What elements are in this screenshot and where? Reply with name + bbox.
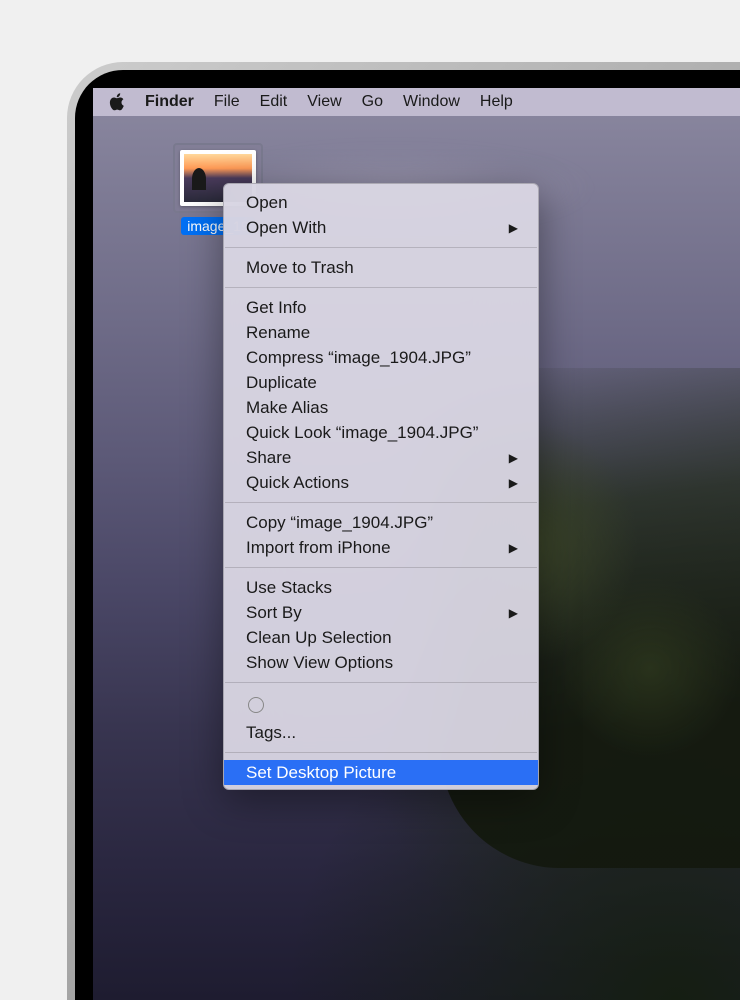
menu-separator [225, 287, 537, 288]
menu-item-label: Move to Trash [246, 258, 354, 278]
menu-section: Set Desktop Picture [224, 758, 538, 789]
menu-item-label: Compress “image_1904.JPG” [246, 348, 471, 368]
context-menu: Open Open With ▶ Move to Trash Get Info [223, 183, 539, 790]
menu-section: Move to Trash [224, 253, 538, 282]
menu-item-label: Clean Up Selection [246, 628, 392, 648]
menu-item-label: Duplicate [246, 373, 317, 393]
menubar-window[interactable]: Window [393, 88, 470, 116]
menu-item-make-alias[interactable]: Make Alias [224, 395, 538, 420]
menu-item-open[interactable]: Open [224, 190, 538, 215]
menu-separator [225, 567, 537, 568]
menu-item-tags[interactable]: Tags... [224, 720, 538, 745]
menu-item-label: Open With [246, 218, 326, 238]
laptop-bezel: Finder File Edit View Go Window Help ima… [75, 70, 740, 1000]
menu-item-label: Share [246, 448, 291, 468]
apple-menu-icon[interactable] [105, 93, 135, 111]
menu-separator [225, 247, 537, 248]
menu-item-open-with[interactable]: Open With ▶ [224, 215, 538, 240]
menu-item-label: Rename [246, 323, 310, 343]
submenu-arrow-icon: ▶ [509, 541, 518, 555]
menu-item-quick-look[interactable]: Quick Look “image_1904.JPG” [224, 420, 538, 445]
menu-item-share[interactable]: Share ▶ [224, 445, 538, 470]
menu-item-label: Make Alias [246, 398, 328, 418]
menubar-app-name[interactable]: Finder [135, 88, 204, 116]
menu-item-clean-up[interactable]: Clean Up Selection [224, 625, 538, 650]
menu-section: Get Info Rename Compress “image_1904.JPG… [224, 293, 538, 497]
menu-separator [225, 502, 537, 503]
submenu-arrow-icon: ▶ [509, 451, 518, 465]
menu-item-label: Set Desktop Picture [246, 763, 396, 783]
menu-item-label: Open [246, 193, 288, 213]
menubar-edit[interactable]: Edit [250, 88, 298, 116]
menu-item-label: Quick Look “image_1904.JPG” [246, 423, 478, 443]
menu-item-set-desktop-picture[interactable]: Set Desktop Picture [224, 760, 538, 785]
screen: Finder File Edit View Go Window Help ima… [93, 88, 740, 1000]
menu-item-label: Show View Options [246, 653, 393, 673]
menubar-file[interactable]: File [204, 88, 250, 116]
menu-item-label: Quick Actions [246, 473, 349, 493]
menubar-view[interactable]: View [297, 88, 351, 116]
menu-item-rename[interactable]: Rename [224, 320, 538, 345]
menu-item-label: Get Info [246, 298, 306, 318]
menu-item-label: Tags... [246, 723, 296, 743]
menu-item-label: Import from iPhone [246, 538, 391, 558]
menubar-go[interactable]: Go [352, 88, 393, 116]
menu-section: Use Stacks Sort By ▶ Clean Up Selection … [224, 573, 538, 677]
menu-item-label: Sort By [246, 603, 302, 623]
menu-section: Open Open With ▶ [224, 188, 538, 242]
menu-item-compress[interactable]: Compress “image_1904.JPG” [224, 345, 538, 370]
menu-separator [225, 752, 537, 753]
menu-item-label: Use Stacks [246, 578, 332, 598]
tag-color-row[interactable] [224, 690, 538, 720]
menubar: Finder File Edit View Go Window Help [93, 88, 740, 116]
menu-item-view-options[interactable]: Show View Options [224, 650, 538, 675]
submenu-arrow-icon: ▶ [509, 221, 518, 235]
submenu-arrow-icon: ▶ [509, 606, 518, 620]
menu-item-duplicate[interactable]: Duplicate [224, 370, 538, 395]
menubar-help[interactable]: Help [470, 88, 523, 116]
menu-section: Tags... [224, 688, 538, 747]
menu-item-label: Copy “image_1904.JPG” [246, 513, 433, 533]
menu-item-move-to-trash[interactable]: Move to Trash [224, 255, 538, 280]
menu-item-quick-actions[interactable]: Quick Actions ▶ [224, 470, 538, 495]
submenu-arrow-icon: ▶ [509, 476, 518, 490]
menu-item-use-stacks[interactable]: Use Stacks [224, 575, 538, 600]
menu-separator [225, 682, 537, 683]
menu-item-sort-by[interactable]: Sort By ▶ [224, 600, 538, 625]
menu-item-import-iphone[interactable]: Import from iPhone ▶ [224, 535, 538, 560]
menu-section: Copy “image_1904.JPG” Import from iPhone… [224, 508, 538, 562]
menu-item-get-info[interactable]: Get Info [224, 295, 538, 320]
menu-item-copy[interactable]: Copy “image_1904.JPG” [224, 510, 538, 535]
tag-none-icon[interactable] [248, 697, 264, 713]
